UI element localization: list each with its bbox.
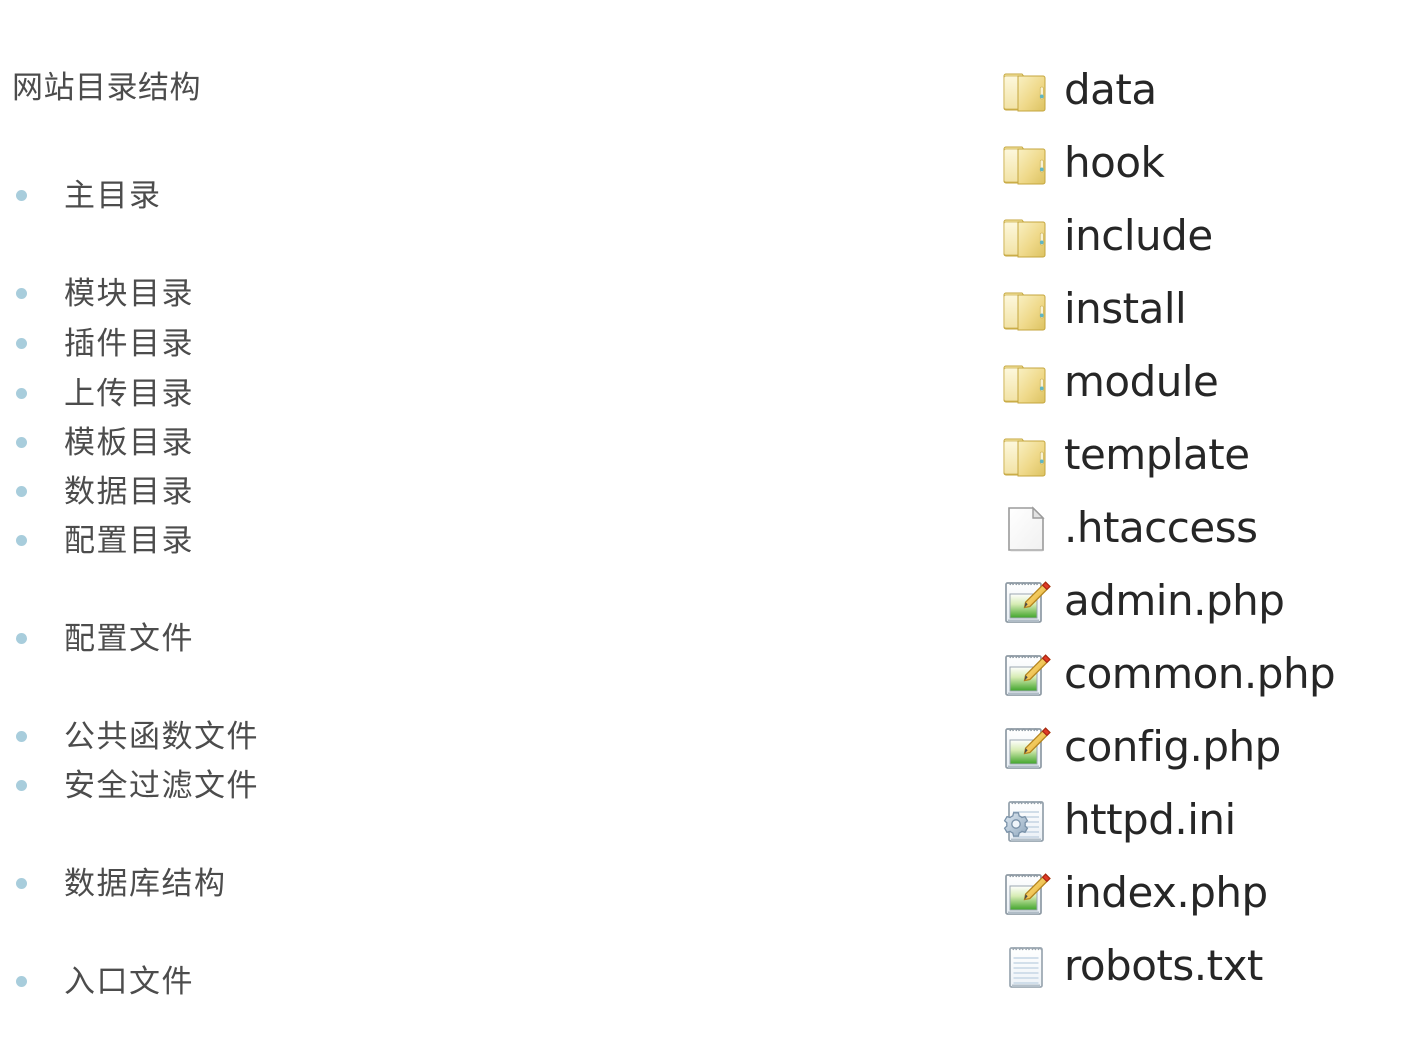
outline-item-label: 模板目录 (64, 424, 194, 460)
folder-row[interactable]: install (1000, 279, 1187, 341)
php-edit-icon (1000, 722, 1052, 774)
bullet-icon (16, 436, 27, 448)
outline-item: 入口文件 (14, 959, 194, 1003)
outline-item-label: 配置目录 (64, 522, 194, 558)
folder-icon (1000, 138, 1052, 190)
outline-item-label: 主目录 (64, 177, 162, 213)
folder-row[interactable]: data (1000, 60, 1157, 122)
file-row[interactable]: admin.php (1000, 571, 1285, 633)
folder-name-label: include (1064, 211, 1213, 260)
outline-item: 模板目录 (14, 420, 194, 464)
bullet-icon (16, 534, 27, 546)
bullet-icon (16, 387, 27, 399)
file-row[interactable]: config.php (1000, 717, 1281, 779)
folder-icon (1000, 284, 1052, 336)
folder-row[interactable]: hook (1000, 133, 1165, 195)
bullet-icon (16, 975, 27, 987)
outline-item-label: 安全过滤文件 (64, 767, 259, 803)
php-edit-icon (1000, 868, 1052, 920)
file-name-label: robots.txt (1064, 941, 1263, 990)
file-list-panel: data hook include install module template .hta… (1000, 0, 1409, 1045)
outline-item: 数据库结构 (14, 861, 227, 905)
file-row[interactable]: httpd.ini (1000, 790, 1236, 852)
outline-item: 上传目录 (14, 371, 194, 415)
folder-icon (1000, 357, 1052, 409)
text-notepad-icon (1000, 941, 1052, 993)
folder-name-label: template (1064, 430, 1250, 479)
file-name-label: httpd.ini (1064, 795, 1236, 844)
outline-item-label: 插件目录 (64, 325, 194, 361)
bullet-icon (16, 189, 27, 201)
file-name-label: index.php (1064, 868, 1268, 917)
bullet-icon (16, 779, 27, 791)
folder-icon (1000, 211, 1052, 263)
outline-item: 公共函数文件 (14, 714, 259, 758)
file-name-label: .htaccess (1064, 503, 1258, 552)
outline-panel: 网站目录结构 主目录模块目录插件目录上传目录模板目录数据目录配置目录配置文件公共… (0, 0, 700, 1045)
outline-item: 主目录 (14, 173, 162, 217)
folder-name-label: install (1064, 284, 1187, 333)
page-title: 网站目录结构 (12, 70, 201, 105)
file-row[interactable]: common.php (1000, 644, 1336, 706)
outline-item-label: 入口文件 (64, 963, 194, 999)
folder-name-label: data (1064, 65, 1157, 114)
file-row[interactable]: .htaccess (1000, 498, 1258, 560)
folder-name-label: hook (1064, 138, 1165, 187)
ini-gear-icon (1000, 795, 1052, 847)
folder-row[interactable]: template (1000, 425, 1250, 487)
folder-row[interactable]: include (1000, 206, 1213, 268)
folder-row[interactable]: module (1000, 352, 1219, 414)
php-edit-icon (1000, 576, 1052, 628)
bullet-icon (16, 730, 27, 742)
folder-icon (1000, 65, 1052, 117)
folder-icon (1000, 430, 1052, 482)
outline-item-label: 数据库结构 (64, 865, 227, 901)
bullet-icon (16, 337, 27, 349)
outline-item-label: 公共函数文件 (64, 718, 259, 754)
php-edit-icon (1000, 649, 1052, 701)
file-name-label: config.php (1064, 722, 1281, 771)
bullet-icon (16, 632, 27, 644)
blank-document-icon (1000, 503, 1052, 555)
file-name-label: common.php (1064, 649, 1336, 698)
outline-item: 配置目录 (14, 518, 194, 562)
outline-item: 配置文件 (14, 616, 194, 660)
outline-item: 模块目录 (14, 271, 194, 315)
outline-item: 数据目录 (14, 469, 194, 513)
outline-item-label: 数据目录 (64, 473, 194, 509)
bullet-icon (16, 485, 27, 497)
bullet-icon (16, 287, 27, 299)
outline-item: 插件目录 (14, 321, 194, 365)
outline-item-label: 上传目录 (64, 375, 194, 411)
file-row[interactable]: robots.txt (1000, 936, 1263, 998)
outline-item-label: 配置文件 (64, 620, 194, 656)
file-row[interactable]: index.php (1000, 863, 1268, 925)
file-name-label: admin.php (1064, 576, 1285, 625)
outline-item: 安全过滤文件 (14, 763, 259, 807)
bullet-icon (16, 877, 27, 889)
folder-name-label: module (1064, 357, 1219, 406)
outline-item-label: 模块目录 (64, 275, 194, 311)
